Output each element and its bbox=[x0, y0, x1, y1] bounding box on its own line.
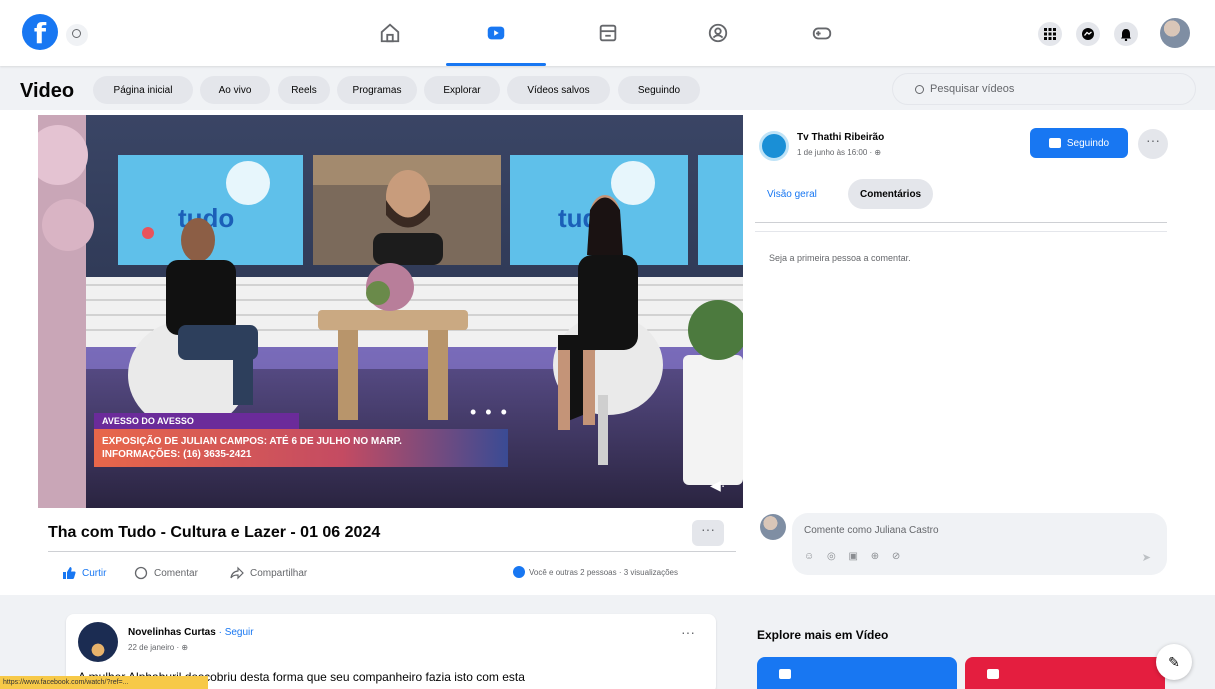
status-bar-url: https://www.facebook.com/watch/?ref=... bbox=[0, 676, 208, 689]
channel-avatar[interactable] bbox=[759, 131, 789, 161]
comment-icon bbox=[134, 566, 148, 580]
tab-groups[interactable] bbox=[688, 14, 748, 52]
live-icon bbox=[987, 669, 999, 679]
groups-icon bbox=[708, 23, 728, 43]
reactions-text: Você e outras 2 pessoas · 3 visualizaçõe… bbox=[529, 567, 678, 577]
profile-avatar[interactable] bbox=[1160, 18, 1190, 48]
comment-input[interactable]: Comente como Juliana Castro ☺ ◎ ▣ ⊕ ⊘ ➤ bbox=[792, 513, 1167, 575]
channel-more-button[interactable]: ··· bbox=[1138, 129, 1168, 159]
divider bbox=[755, 222, 1167, 223]
lower-third-banner: AVESSO DO AVESSO EXPOSIÇÃO DE JULIAN CAM… bbox=[94, 411, 508, 467]
lower-third-line-2: INFORMAÇÕES: (16) 3635-2421 bbox=[102, 449, 252, 460]
home-icon bbox=[380, 23, 400, 43]
globe-icon: ⊕ bbox=[181, 643, 189, 652]
chip-reels[interactable]: Reels bbox=[278, 76, 330, 104]
gaming-icon bbox=[812, 27, 832, 40]
commenter-avatar bbox=[760, 514, 786, 540]
video-details-panel: Tv Thathi Ribeirão 1 de junho às 16:00 ·… bbox=[745, 110, 1215, 595]
lower-third-line-1: EXPOSIÇÃO DE JULIAN CAMPOS: ATÉ 6 DE JUL… bbox=[102, 436, 402, 447]
tab-video[interactable] bbox=[446, 14, 546, 66]
post-date: 1 de junho às 16:00 · ⊕ bbox=[797, 148, 881, 157]
video-title: Tha com Tudo - Cultura e Lazer - 01 06 2… bbox=[48, 524, 381, 541]
video-icon bbox=[779, 669, 791, 679]
chip-live[interactable]: Ao vivo bbox=[200, 76, 270, 104]
new-message-button[interactable]: ✎ bbox=[1156, 644, 1192, 680]
following-label: Seguindo bbox=[1066, 137, 1110, 149]
search-placeholder: Pesquisar vídeos bbox=[930, 83, 1015, 95]
author-name[interactable]: Novelinhas Curtas · Seguir bbox=[128, 627, 254, 638]
chip-home[interactable]: Página inicial bbox=[93, 76, 193, 104]
thumbs-up-icon bbox=[63, 567, 76, 579]
lower-third-tag: AVESSO DO AVESSO bbox=[94, 413, 299, 429]
post-more-button[interactable]: ··· bbox=[692, 520, 724, 546]
following-button[interactable]: Seguindo bbox=[1030, 128, 1128, 158]
post-date-text: 22 de janeiro · bbox=[128, 643, 182, 652]
volume-icon[interactable]: ◀· bbox=[710, 477, 725, 494]
post-date-text: 1 de junho às 16:00 · bbox=[797, 148, 875, 157]
comment-placeholder: Comente como Juliana Castro bbox=[804, 525, 939, 536]
author-name-text[interactable]: Novelinhas Curtas bbox=[128, 627, 216, 638]
lower-third-text: EXPOSIÇÃO DE JULIAN CAMPOS: ATÉ 6 DE JUL… bbox=[94, 429, 508, 467]
share-button[interactable]: Compartilhar bbox=[230, 566, 307, 580]
chip-following[interactable]: Seguindo bbox=[618, 76, 700, 104]
top-navigation-bar: f bbox=[0, 0, 1215, 66]
post-date: 22 de janeiro · ⊕ bbox=[128, 643, 188, 652]
post-more-button[interactable]: ··· bbox=[681, 624, 695, 640]
like-label: Curtir bbox=[82, 567, 107, 579]
globe-icon: ⊕ bbox=[874, 148, 882, 157]
comment-button[interactable]: Comentar bbox=[134, 566, 198, 580]
video-player[interactable]: tudo tudo • • • AVESSO DO AVESSO EXPOSIÇ… bbox=[38, 115, 743, 508]
share-icon bbox=[230, 566, 244, 580]
explore-live-button[interactable] bbox=[965, 657, 1165, 689]
chip-saved-videos[interactable]: Vídeos salvos bbox=[507, 76, 610, 104]
page-title: Video bbox=[20, 80, 75, 102]
share-label: Compartilhar bbox=[250, 567, 308, 579]
follow-link[interactable]: · Seguir bbox=[216, 627, 254, 638]
video-post-card: tudo tudo • • • AVESSO DO AVESSO EXPOSIÇ… bbox=[0, 110, 745, 595]
explore-video-button[interactable] bbox=[757, 657, 957, 689]
search-icon[interactable] bbox=[66, 24, 88, 46]
notifications-icon[interactable] bbox=[1114, 22, 1138, 46]
tab-comments[interactable]: Comentários bbox=[848, 179, 934, 209]
like-button[interactable]: Curtir bbox=[62, 566, 106, 580]
search-icon bbox=[915, 84, 924, 94]
chip-explore[interactable]: Explorar bbox=[424, 76, 500, 104]
tab-overview[interactable]: Visão geral bbox=[755, 179, 829, 209]
comment-attachment-icons[interactable]: ☺ ◎ ▣ ⊕ ⊘ bbox=[804, 551, 905, 562]
reactions-summary[interactable]: Você e outras 2 pessoas · 3 visualizaçõe… bbox=[513, 566, 678, 578]
divider bbox=[48, 551, 736, 552]
compose-icon: ✎ bbox=[1168, 653, 1180, 670]
tab-marketplace[interactable] bbox=[578, 14, 638, 52]
like-reaction-icon bbox=[513, 566, 525, 578]
send-icon[interactable]: ➤ bbox=[1142, 551, 1151, 564]
channel-name[interactable]: Tv Thathi Ribeirão bbox=[797, 132, 884, 143]
author-avatar[interactable] bbox=[78, 622, 118, 662]
video-icon bbox=[487, 26, 505, 40]
messenger-icon[interactable] bbox=[1076, 22, 1100, 46]
menu-icon[interactable] bbox=[1038, 22, 1062, 46]
marketplace-icon bbox=[599, 24, 617, 42]
no-comments-text: Seja a primeira pessoa a comentar. bbox=[769, 253, 911, 263]
tab-gaming[interactable] bbox=[792, 14, 852, 52]
comment-label: Comentar bbox=[154, 567, 198, 579]
tab-home[interactable] bbox=[360, 14, 420, 52]
facebook-logo[interactable]: f bbox=[22, 14, 58, 50]
video-search-input[interactable]: Pesquisar vídeos bbox=[892, 73, 1196, 105]
chip-shows[interactable]: Programas bbox=[337, 76, 417, 104]
explore-heading: Explore mais em Vídeo bbox=[757, 628, 889, 642]
following-icon bbox=[1048, 138, 1061, 148]
divider bbox=[755, 231, 1167, 232]
